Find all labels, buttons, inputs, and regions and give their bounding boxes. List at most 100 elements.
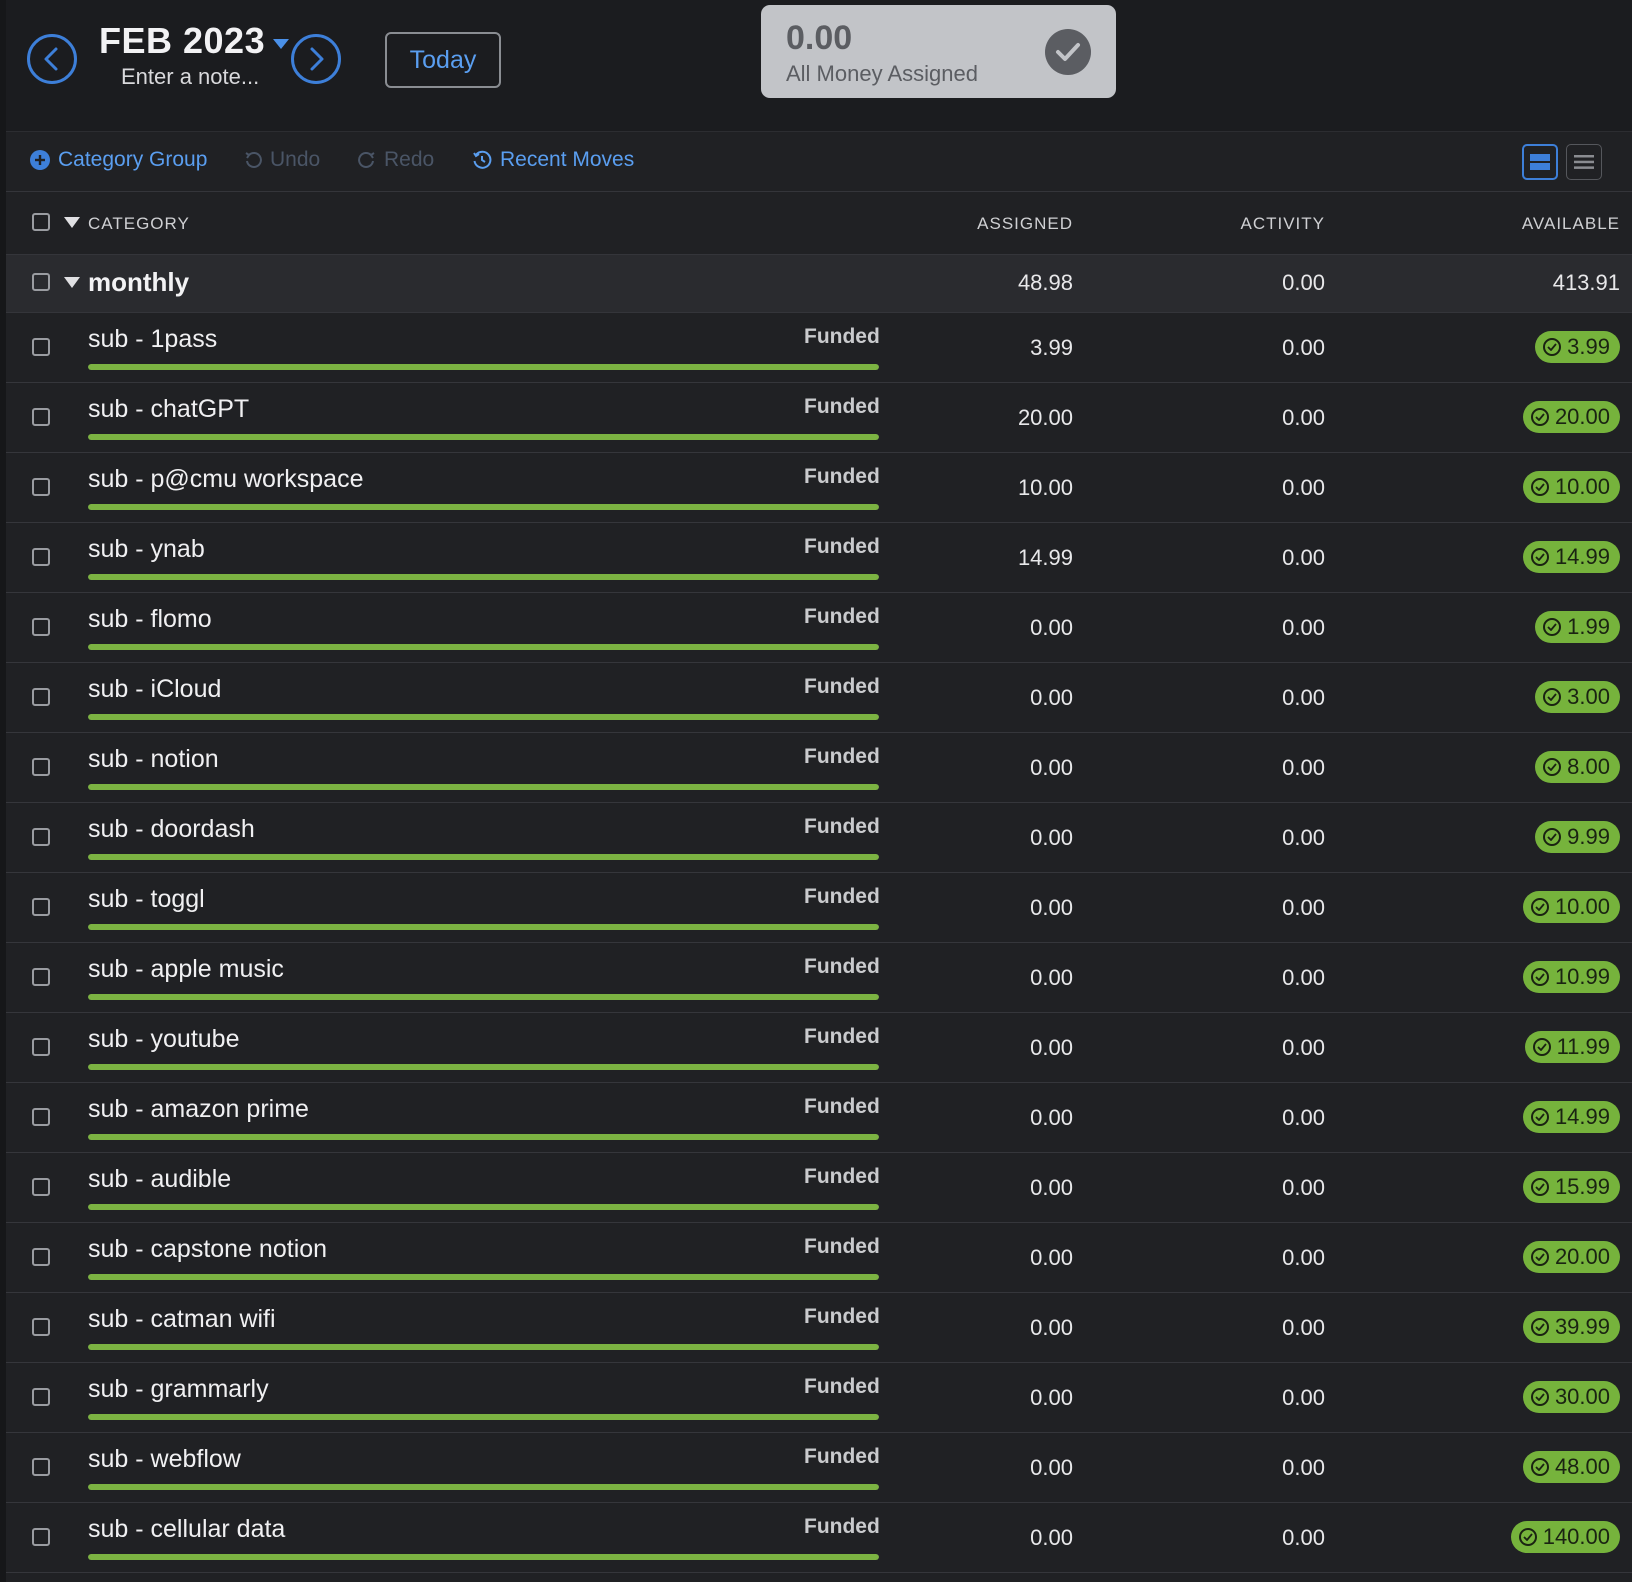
row-checkbox[interactable] xyxy=(32,1038,50,1056)
category-group-row[interactable]: monthly 48.98 0.00 413.91 xyxy=(6,255,1632,313)
recent-moves-button[interactable]: Recent Moves xyxy=(472,148,634,172)
select-all-checkbox[interactable] xyxy=(32,213,50,231)
activity-amount[interactable]: 0.00 xyxy=(1282,755,1325,781)
assigned-amount[interactable]: 0.00 xyxy=(1030,1175,1073,1201)
category-name[interactable]: sub - webflow xyxy=(88,1445,241,1474)
available-pill[interactable]: 20.00 xyxy=(1522,1241,1620,1273)
category-name[interactable]: sub - ynab xyxy=(88,535,205,564)
assigned-amount[interactable]: 3.99 xyxy=(1030,335,1073,361)
row-checkbox[interactable] xyxy=(32,548,50,566)
category-name[interactable]: sub - iCloud xyxy=(88,675,221,704)
collapse-group-icon[interactable] xyxy=(64,277,80,288)
available-pill[interactable]: 3.00 xyxy=(1535,681,1620,713)
available-pill[interactable]: 15.99 xyxy=(1522,1171,1620,1203)
row-checkbox[interactable] xyxy=(32,1388,50,1406)
row-checkbox[interactable] xyxy=(32,758,50,776)
available-pill[interactable]: 11.99 xyxy=(1524,1031,1620,1063)
category-row[interactable]: sub - apple music Funded 0.00 0.00 10.99 xyxy=(6,943,1632,1013)
available-pill[interactable]: 14.99 xyxy=(1522,1101,1620,1133)
category-name[interactable]: sub - p@cmu workspace xyxy=(88,465,363,494)
row-checkbox[interactable] xyxy=(32,408,50,426)
category-name[interactable]: sub - 1pass xyxy=(88,325,217,354)
row-checkbox[interactable] xyxy=(32,338,50,356)
row-checkbox[interactable] xyxy=(32,968,50,986)
activity-amount[interactable]: 0.00 xyxy=(1282,1245,1325,1271)
category-row[interactable]: sub - flomo Funded 0.00 0.00 1.99 xyxy=(6,593,1632,663)
activity-column-header[interactable]: ACTIVITY xyxy=(1240,214,1325,234)
row-checkbox[interactable] xyxy=(32,688,50,706)
ready-to-assign-panel[interactable]: 0.00 All Money Assigned xyxy=(761,5,1116,98)
available-pill[interactable]: 10.00 xyxy=(1522,891,1620,923)
category-row[interactable]: sub - doordash Funded 0.00 0.00 9.99 xyxy=(6,803,1632,873)
activity-amount[interactable]: 0.00 xyxy=(1282,1175,1325,1201)
category-row[interactable]: sub - ynab Funded 14.99 0.00 14.99 xyxy=(6,523,1632,593)
category-name[interactable]: sub - capstone notion xyxy=(88,1235,327,1264)
undo-button[interactable]: Undo xyxy=(244,148,320,172)
assigned-amount[interactable]: 0.00 xyxy=(1030,1525,1073,1551)
category-row[interactable]: sub - catman wifi Funded 0.00 0.00 39.99 xyxy=(6,1293,1632,1363)
next-month-button[interactable] xyxy=(291,34,341,84)
category-name[interactable]: sub - amazon prime xyxy=(88,1095,309,1124)
row-checkbox[interactable] xyxy=(32,1108,50,1126)
row-checkbox[interactable] xyxy=(32,1318,50,1336)
available-pill[interactable]: 30.00 xyxy=(1522,1381,1620,1413)
category-row[interactable]: sub - p@cmu workspace Funded 10.00 0.00 … xyxy=(6,453,1632,523)
available-pill[interactable]: 20.00 xyxy=(1522,401,1620,433)
group-name[interactable]: monthly xyxy=(88,267,189,298)
category-row[interactable]: sub - 1pass Funded 3.99 0.00 3.99 xyxy=(6,313,1632,383)
row-checkbox[interactable] xyxy=(32,1458,50,1476)
category-name[interactable]: sub - apple music xyxy=(88,955,284,984)
activity-amount[interactable]: 0.00 xyxy=(1282,1455,1325,1481)
activity-amount[interactable]: 0.00 xyxy=(1282,1525,1325,1551)
category-row[interactable]: sub - grammarly Funded 0.00 0.00 30.00 xyxy=(6,1363,1632,1433)
available-pill[interactable]: 9.99 xyxy=(1535,821,1620,853)
row-checkbox[interactable] xyxy=(32,1528,50,1546)
category-name[interactable]: sub - notion xyxy=(88,745,219,774)
activity-amount[interactable]: 0.00 xyxy=(1282,1105,1325,1131)
row-checkbox[interactable] xyxy=(32,1178,50,1196)
assigned-amount[interactable]: 0.00 xyxy=(1030,895,1073,921)
row-checkbox[interactable] xyxy=(32,478,50,496)
previous-month-button[interactable] xyxy=(27,34,77,84)
category-row[interactable]: sub - youtube Funded 0.00 0.00 11.99 xyxy=(6,1013,1632,1083)
category-column-header[interactable]: CATEGORY xyxy=(88,214,190,234)
collapse-all-icon[interactable] xyxy=(64,217,80,228)
available-pill[interactable]: 14.99 xyxy=(1522,541,1620,573)
activity-amount[interactable]: 0.00 xyxy=(1282,545,1325,571)
activity-amount[interactable]: 0.00 xyxy=(1282,405,1325,431)
assigned-amount[interactable]: 0.00 xyxy=(1030,1385,1073,1411)
assigned-amount[interactable]: 0.00 xyxy=(1030,1455,1073,1481)
month-note-field[interactable]: Enter a note... xyxy=(121,64,259,90)
available-column-header[interactable]: AVAILABLE xyxy=(1522,214,1620,234)
activity-amount[interactable]: 0.00 xyxy=(1282,475,1325,501)
available-pill[interactable]: 8.00 xyxy=(1535,751,1620,783)
view-compact-toggle[interactable] xyxy=(1566,144,1602,180)
view-expanded-toggle[interactable] xyxy=(1522,144,1558,180)
add-category-group-button[interactable]: Category Group xyxy=(30,148,207,172)
category-row[interactable]: sub - toggl Funded 0.00 0.00 10.00 xyxy=(6,873,1632,943)
assigned-amount[interactable]: 0.00 xyxy=(1030,825,1073,851)
activity-amount[interactable]: 0.00 xyxy=(1282,825,1325,851)
category-row[interactable]: sub - amazon prime Funded 0.00 0.00 14.9… xyxy=(6,1083,1632,1153)
available-pill[interactable]: 10.00 xyxy=(1522,471,1620,503)
available-pill[interactable]: 48.00 xyxy=(1522,1451,1620,1483)
category-row[interactable]: sub - iCloud Funded 0.00 0.00 3.00 xyxy=(6,663,1632,733)
activity-amount[interactable]: 0.00 xyxy=(1282,685,1325,711)
activity-amount[interactable]: 0.00 xyxy=(1282,1315,1325,1341)
assigned-amount[interactable]: 20.00 xyxy=(1018,405,1073,431)
category-row[interactable]: sub - cellular data Funded 0.00 0.00 140… xyxy=(6,1503,1632,1573)
assigned-amount[interactable]: 0.00 xyxy=(1030,1035,1073,1061)
assigned-amount[interactable]: 0.00 xyxy=(1030,1245,1073,1271)
month-selector[interactable]: FEB 2023 xyxy=(99,20,290,62)
category-row[interactable]: sub - audible Funded 0.00 0.00 15.99 xyxy=(6,1153,1632,1223)
category-name[interactable]: sub - cellular data xyxy=(88,1515,285,1544)
activity-amount[interactable]: 0.00 xyxy=(1282,895,1325,921)
assigned-amount[interactable]: 0.00 xyxy=(1030,685,1073,711)
activity-amount[interactable]: 0.00 xyxy=(1282,335,1325,361)
category-name[interactable]: sub - toggl xyxy=(88,885,205,914)
available-pill[interactable]: 3.99 xyxy=(1535,331,1620,363)
row-checkbox[interactable] xyxy=(32,618,50,636)
redo-button[interactable]: Redo xyxy=(358,148,434,172)
activity-amount[interactable]: 0.00 xyxy=(1282,1385,1325,1411)
category-row[interactable]: sub - notion Funded 0.00 0.00 8.00 xyxy=(6,733,1632,803)
